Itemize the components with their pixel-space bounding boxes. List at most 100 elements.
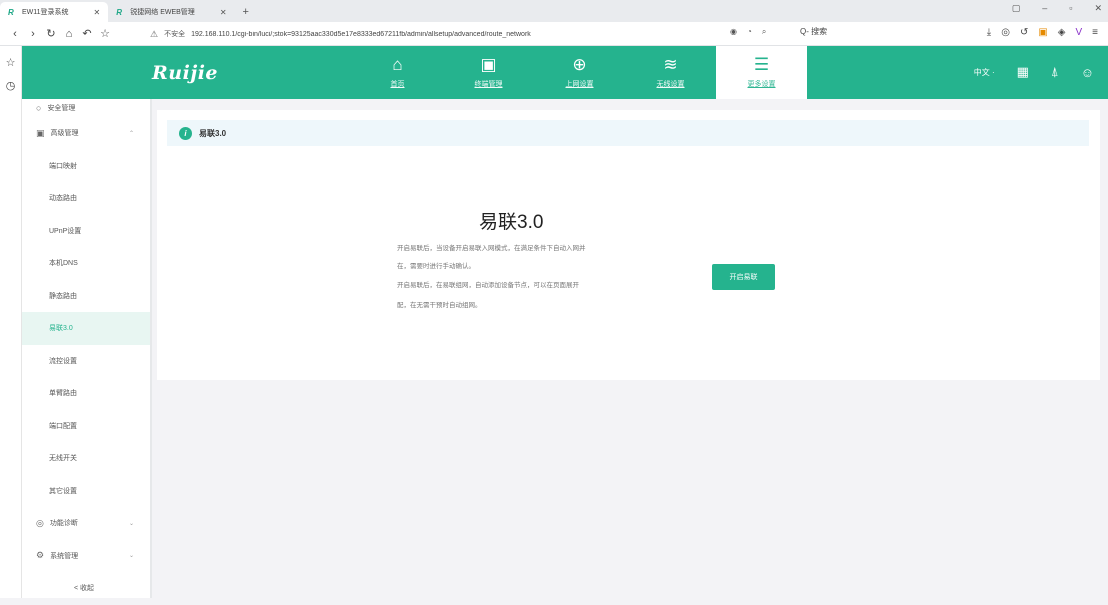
sidebar-item-label: 高级管理 — [50, 130, 79, 138]
sidebar-item-easylink[interactable]: 易联3.0 — [22, 312, 150, 345]
sidebar-group-system[interactable]: ⚙ 系统管理 ⌄ — [22, 540, 150, 573]
description-line: 配，在无需干预时自动组网。 — [397, 302, 482, 309]
sidebar-group-diagnostics[interactable]: ◎ 功能诊断 ⌄ — [22, 507, 150, 540]
ruijie-logo: Ruijie — [152, 62, 219, 84]
back-icon[interactable]: ‹ — [6, 28, 24, 40]
close-tab-icon[interactable]: ✕ — [94, 8, 101, 17]
sidebar-item-one-arm-routing[interactable]: 单臂路由 — [22, 377, 150, 410]
menu-devices[interactable]: ▣ 终端管理 — [443, 46, 534, 99]
settings-sliders-icon: ☰ — [753, 55, 770, 74]
extension-toolbar: ⤓ ◎ ↺ ▣ ◈ V ≡ — [987, 27, 1098, 38]
search-box[interactable]: Q- 搜索 — [800, 26, 827, 37]
close-window-icon[interactable]: ✕ — [1094, 3, 1102, 14]
sidebar-group-security[interactable]: ○ 安全管理 — [22, 99, 150, 117]
wifi-icon: ≋ — [663, 55, 678, 74]
enable-easylink-button[interactable]: 开启易联 — [712, 264, 775, 290]
url-text[interactable]: 192.168.110.1/cgi-bin/luci/;stok=93125aa… — [191, 31, 531, 38]
advanced-icon: ▣ — [36, 127, 45, 138]
ext-orange-icon[interactable]: ▣ — [1038, 27, 1047, 38]
menu-icon[interactable]: ≡ — [1092, 27, 1098, 38]
extension-icon[interactable]: ◔ — [747, 27, 752, 37]
menu-wireless[interactable]: ≋ 无线设置 — [625, 46, 716, 99]
menu-devices-label: 终端管理 — [474, 81, 503, 88]
menu-internet[interactable]: ⊕ 上网设置 — [534, 46, 625, 99]
chevron-down-icon: ⌄ — [128, 553, 134, 560]
chevron-down-icon: ⌄ — [128, 520, 134, 527]
forward-icon[interactable]: › — [24, 28, 42, 40]
security-label: 不安全 — [164, 31, 186, 38]
menu-home-label: 首页 — [390, 81, 405, 88]
sidebar-item-wireless-switch[interactable]: 无线开关 — [22, 442, 150, 475]
browser-tab-2-title: 锐捷网络 EWEB管理 — [130, 9, 195, 16]
breadcrumb-text: 易联3.0 — [199, 128, 227, 138]
header-right: 中文 · ▦ ⍋ ☺ — [974, 64, 1094, 80]
sidebar-collapse-button[interactable]: < 收起 — [22, 572, 150, 605]
sync-icon[interactable]: ↺ — [1020, 27, 1028, 38]
menu-internet-label: 上网设置 — [565, 81, 594, 88]
ruijie-favicon-icon: R — [8, 7, 14, 17]
browser-tab-1[interactable]: R EW11登录系统 ✕ — [0, 2, 109, 22]
sidebar-item-port-mapping[interactable]: 端口映射 — [22, 150, 150, 183]
devices-icon: ▣ — [480, 55, 497, 74]
sidebar-item-flow-control[interactable]: 流控设置 — [22, 345, 150, 378]
alert-icon[interactable]: ⍋ — [1051, 64, 1059, 80]
description-line: 开启易联后，在易联组网，自动添加设备节点，可以在页面展开 — [397, 282, 579, 289]
description-line: 在，需要时进行手动确认。 — [397, 263, 475, 270]
sidebar-item-other-settings[interactable]: 其它设置 — [22, 475, 150, 508]
translate-icon[interactable]: ⌕ — [762, 27, 766, 37]
app-header: Ruijie ⌂ 首页 ▣ 终端管理 ⊕ 上网设置 ≋ 无线设置 ☰ 更多设置 … — [22, 46, 1108, 99]
chevron-up-icon: ⌃ — [128, 130, 134, 137]
sidebar-item-port-config[interactable]: 端口配置 — [22, 410, 150, 443]
qrcode-icon[interactable]: ▦ — [1017, 64, 1029, 80]
main-content: i 易联3.0 易联3.0 开启易联后，当设备开启易联入网模式，在满足条件下自动… — [157, 110, 1100, 380]
favorites-icon[interactable]: ☆ — [0, 56, 21, 69]
window-controls: ▢ – ▫ ✕ — [1012, 3, 1102, 14]
address-bar[interactable]: ⚠ 不安全 192.168.110.1/cgi-bin/luci/;stok=9… — [150, 26, 720, 42]
browser-navbar: ‹ › ↻ ⌂ ↶ ☆ ⚠ 不安全 192.168.110.1/cgi-bin/… — [0, 22, 1108, 46]
sidebar-item-dynamic-routing[interactable]: 动态路由 — [22, 182, 150, 215]
home-browser-icon[interactable]: ⌂ — [60, 28, 78, 40]
menu-more-settings-label: 更多设置 — [747, 81, 776, 88]
close-tab-icon[interactable]: ✕ — [220, 8, 227, 17]
star-icon[interactable]: ☆ — [96, 27, 114, 40]
minimize-icon[interactable]: – — [1042, 3, 1047, 14]
history-icon[interactable]: ◷ — [0, 79, 21, 92]
menu-more-settings[interactable]: ☰ 更多设置 — [716, 46, 807, 99]
sidebar-item-static-routing[interactable]: 静态路由 — [22, 280, 150, 313]
tab-search-icon[interactable]: ▢ — [1012, 3, 1021, 14]
download-icon[interactable]: ⤓ — [987, 27, 991, 38]
globe-icon: ⊕ — [572, 55, 587, 74]
home-icon: ⌂ — [392, 55, 403, 74]
address-tools: ◉ ◔ ⌕ — [730, 27, 766, 37]
language-select[interactable]: 中文 · — [974, 67, 995, 78]
browser-side-strip: ☆ ◷ — [0, 46, 22, 598]
sidebar-item-label: 功能诊断 — [49, 520, 78, 528]
sidebar-item-local-dns[interactable]: 本机DNS — [22, 247, 150, 280]
menu-home[interactable]: ⌂ 首页 — [352, 46, 443, 99]
system-icon: ⚙ — [36, 550, 45, 561]
sidebar: ○ 安全管理 ▣ 高级管理 ⌃ 端口映射 动态路由 UPnP设置 本机DNS 静… — [22, 99, 152, 598]
maximize-icon[interactable]: ▫ — [1069, 3, 1072, 14]
ruijie-favicon-icon: R — [116, 7, 123, 17]
top-menu: ⌂ 首页 ▣ 终端管理 ⊕ 上网设置 ≋ 无线设置 ☰ 更多设置 — [352, 46, 807, 99]
undo-icon[interactable]: ↶ — [78, 27, 96, 40]
sidebar-group-advanced[interactable]: ▣ 高级管理 ⌃ — [22, 117, 150, 150]
sidebar-item-label: 安全管理 — [47, 105, 76, 112]
new-tab-icon[interactable]: + — [235, 6, 257, 22]
reload-icon[interactable]: ↻ — [42, 27, 60, 40]
menu-wireless-label: 无线设置 — [656, 81, 685, 88]
sidebar-item-upnp[interactable]: UPnP设置 — [22, 215, 150, 248]
search-text[interactable]: Q- 搜索 — [800, 26, 827, 37]
site-info-icon[interactable]: ◉ — [730, 27, 737, 37]
user-icon[interactable]: ☺ — [1081, 65, 1094, 80]
breadcrumb: i 易联3.0 — [167, 120, 1089, 146]
browser-tab-1-title: EW11登录系统 — [22, 9, 69, 16]
collection-icon[interactable]: ◈ — [1058, 27, 1066, 38]
ext-v-icon[interactable]: V — [1075, 27, 1082, 38]
sidebar-item-label: 系统管理 — [50, 552, 79, 560]
screenshot-icon[interactable]: ◎ — [1001, 27, 1010, 38]
info-icon: i — [179, 126, 192, 140]
browser-tabstrip: R EW11登录系统 ✕ R 锐捷网络 EWEB管理 ✕ + ▢ – ▫ ✕ — [0, 0, 1108, 22]
warning-icon: ⚠ — [150, 28, 159, 39]
browser-tab-2[interactable]: R 锐捷网络 EWEB管理 ✕ — [108, 2, 234, 22]
